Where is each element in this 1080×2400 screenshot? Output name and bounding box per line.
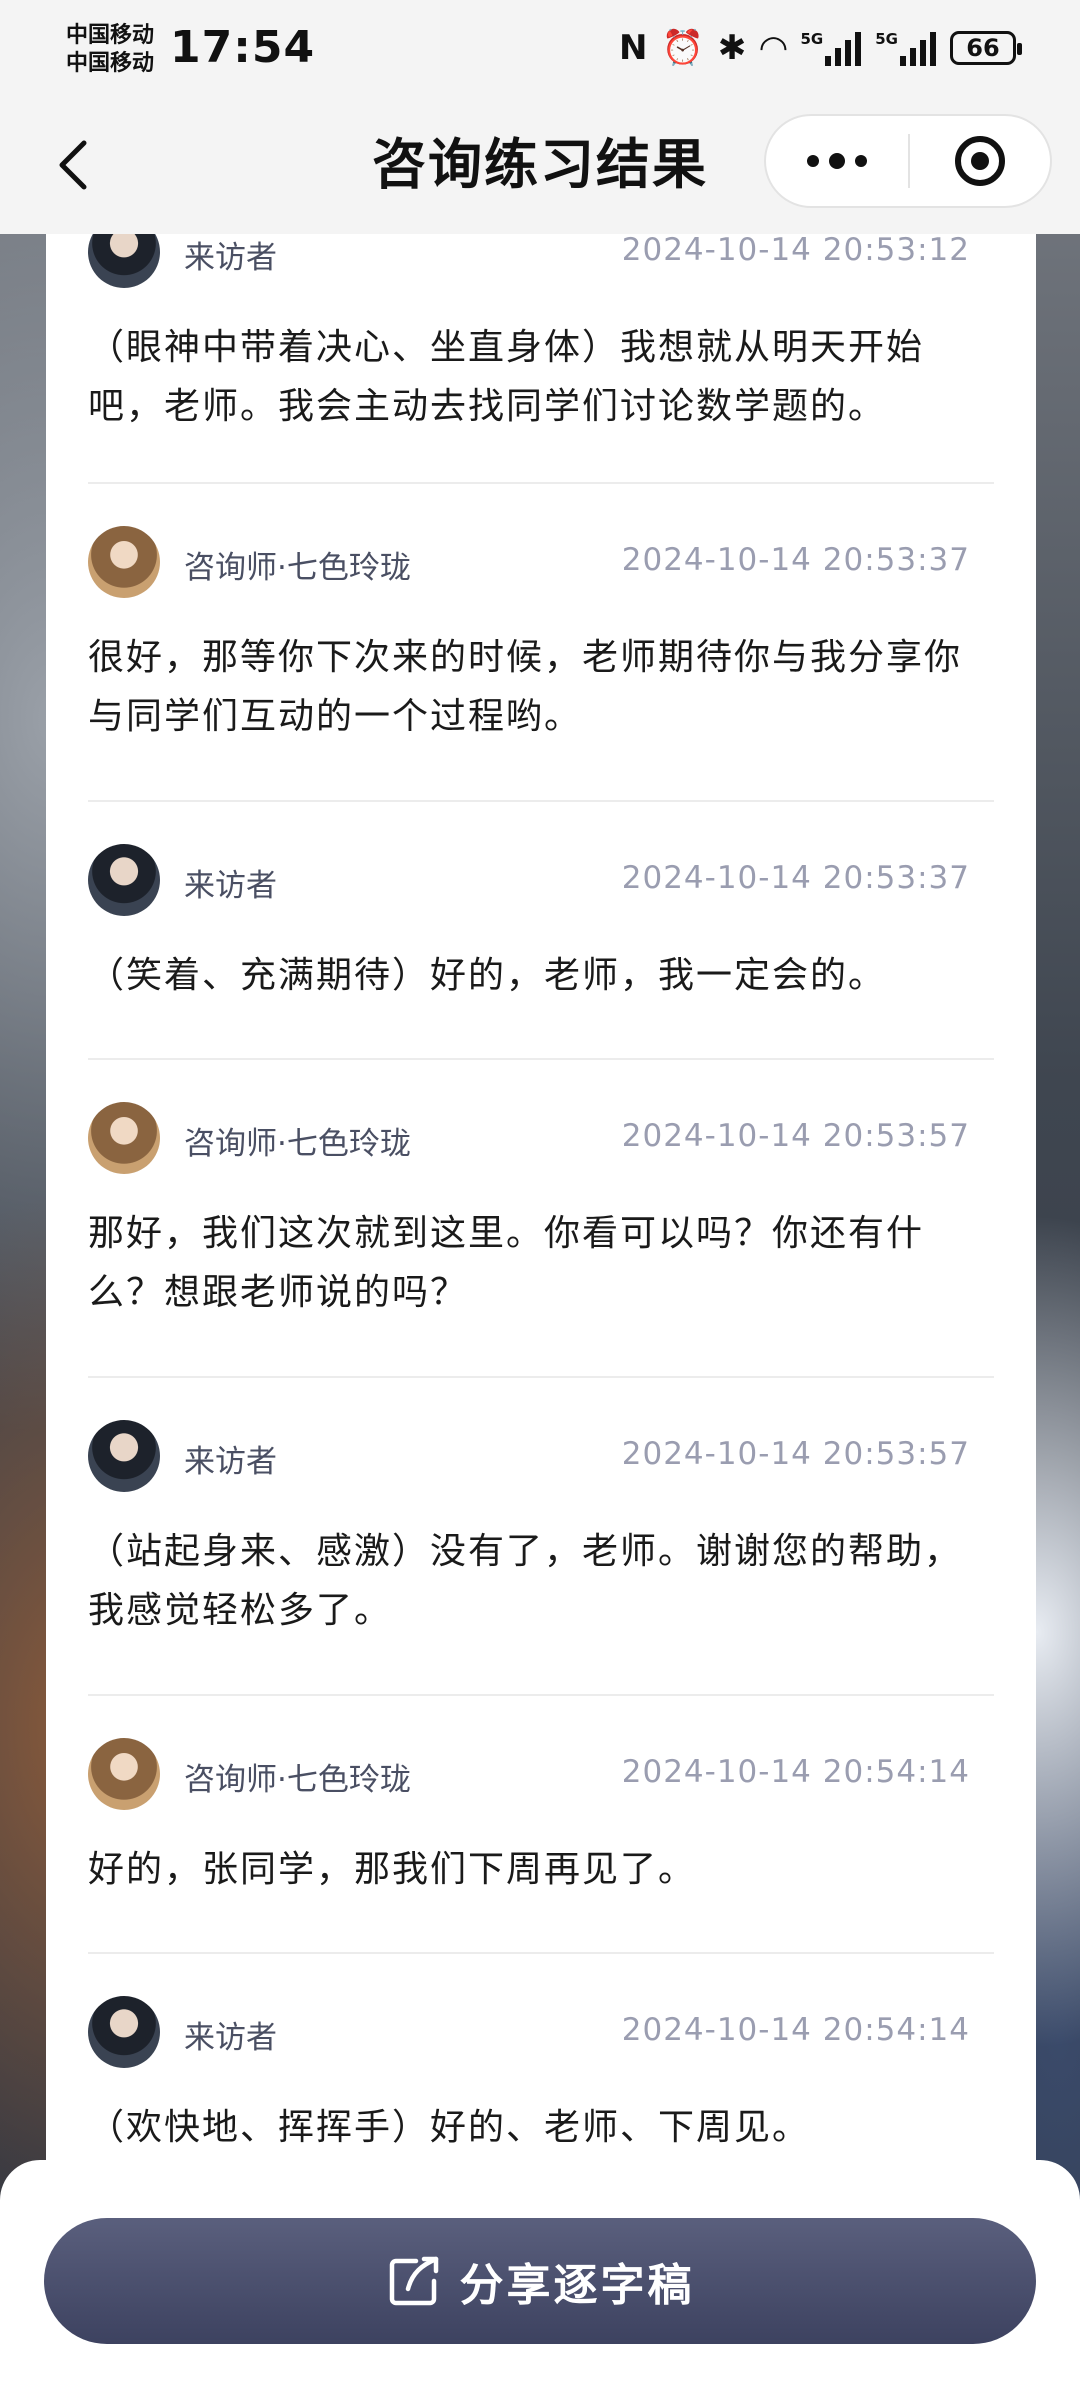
signal-bars-icon [900, 30, 936, 66]
message-item: 来访者 2024-10-14 20:53:12 （眼神中带着决心、坐直身体）我想… [88, 234, 994, 436]
carrier-2: 中国移动 [66, 51, 155, 76]
clock: 17:54 [170, 22, 316, 73]
signal-2: 5G [875, 30, 936, 66]
mini-program-capsule [764, 114, 1052, 208]
bluetooth-icon: ✱ [717, 28, 747, 68]
message-time: 2024-10-14 20:53:37 [621, 860, 970, 896]
sender-name: 咨询师·七色玲珑 [184, 550, 411, 586]
message-time: 2024-10-14 20:53:12 [621, 234, 970, 268]
visitor-avatar [88, 234, 160, 288]
sender-name: 咨询师·七色玲珑 [184, 1126, 411, 1162]
nav-bar: 咨询练习结果 [0, 100, 1080, 234]
message-item: 咨询师·七色玲珑 2024-10-14 20:53:57 那好，我们这次就到这里… [88, 1102, 994, 1322]
share-button-label: 分享逐字稿 [459, 2260, 695, 2311]
alarm-icon: ⏰ [661, 28, 704, 68]
sender-name: 来访者 [184, 2020, 277, 2056]
signal-1-label: 5G [800, 30, 824, 48]
message-item: 来访者 2024-10-14 20:53:37 （笑着、充满期待）好的，老师，我… [88, 844, 994, 1005]
divider [88, 1694, 994, 1696]
signal-2-label: 5G [875, 30, 898, 48]
carrier-1: 中国移动 [66, 23, 155, 48]
message-text: （欢快地、挥挥手）好的、老师、下周见。 [88, 2107, 811, 2148]
message-item: 咨询师·七色玲珑 2024-10-14 20:54:14 好的，张同学，那我们下… [88, 1738, 994, 1899]
divider [88, 1952, 994, 1954]
message-time: 2024-10-14 20:54:14 [621, 2012, 970, 2048]
share-transcript-button[interactable]: 分享逐字稿 [44, 2218, 1036, 2344]
target-icon [955, 136, 1005, 186]
sender-name: 来访者 [184, 1444, 277, 1480]
nfc-icon: N [619, 28, 648, 68]
divider [88, 1058, 994, 1060]
counselor-avatar [88, 526, 160, 598]
message-text: （眼神中带着决心、坐直身体）我想就从明天开始吧，老师。我会主动去找同学们讨论数学… [88, 327, 925, 427]
visitor-avatar [88, 1996, 160, 2068]
message-time: 2024-10-14 20:53:57 [621, 1436, 970, 1472]
sender-name: 来访者 [184, 868, 277, 904]
message-item: 来访者 2024-10-14 20:53:57 （站起身来、感激）没有了，老师。… [88, 1420, 994, 1640]
battery-icon: 66 [950, 31, 1022, 65]
signal-bars-icon [825, 30, 862, 66]
message-time: 2024-10-14 20:53:57 [621, 1118, 970, 1154]
dot-icon [807, 155, 819, 167]
dot-icon [855, 155, 867, 167]
divider [88, 1376, 994, 1378]
message-text: （站起身来、感激）没有了，老师。谢谢您的帮助，我感觉轻松多了。 [88, 1531, 963, 1631]
carrier-labels: 中国移动 中国移动 [66, 22, 154, 78]
sender-name: 咨询师·七色玲珑 [184, 1762, 411, 1798]
message-text: 那好，我们这次就到这里。你看可以吗？你还有什么？想跟老师说的吗？ [88, 1213, 925, 1313]
dot-icon [829, 153, 845, 169]
status-bar: 中国移动 中国移动 17:54 N ⏰ ✱ ◠ 5G 5G 66 [0, 0, 1080, 100]
message-text: 好的，张同学，那我们下周再见了。 [88, 1849, 697, 1890]
message-time: 2024-10-14 20:53:37 [621, 542, 970, 578]
divider [88, 482, 994, 484]
visitor-avatar [88, 1420, 160, 1492]
close-mini-program-button[interactable] [910, 116, 1050, 206]
message-text: （笑着、充满期待）好的，老师，我一定会的。 [88, 955, 887, 996]
status-icons: N ⏰ ✱ ◠ 5G 5G 66 [619, 28, 1022, 68]
battery-level: 66 [966, 34, 1000, 62]
divider [88, 800, 994, 802]
counselor-avatar [88, 1738, 160, 1810]
message-item: 来访者 2024-10-14 20:54:14 （欢快地、挥挥手）好的、老师、下… [88, 1996, 994, 2157]
signal-1: 5G [801, 30, 862, 66]
message-item: 咨询师·七色玲珑 2024-10-14 20:53:37 很好，那等你下次来的时… [88, 526, 994, 746]
sender-name: 来访者 [184, 240, 277, 276]
message-time: 2024-10-14 20:54:14 [621, 1754, 970, 1790]
wifi-icon: ◠ [760, 28, 787, 68]
message-text: 很好，那等你下次来的时候，老师期待你与我分享你与同学们互动的一个过程哟。 [88, 637, 963, 737]
counselor-avatar [88, 1102, 160, 1174]
more-button[interactable] [766, 116, 908, 206]
transcript-card[interactable]: 来访者 2024-10-14 20:53:12 （眼神中带着决心、坐直身体）我想… [46, 234, 1036, 2160]
visitor-avatar [88, 844, 160, 916]
bottom-action-bar: 分享逐字稿 [0, 2160, 1080, 2400]
share-icon [386, 2253, 442, 2309]
